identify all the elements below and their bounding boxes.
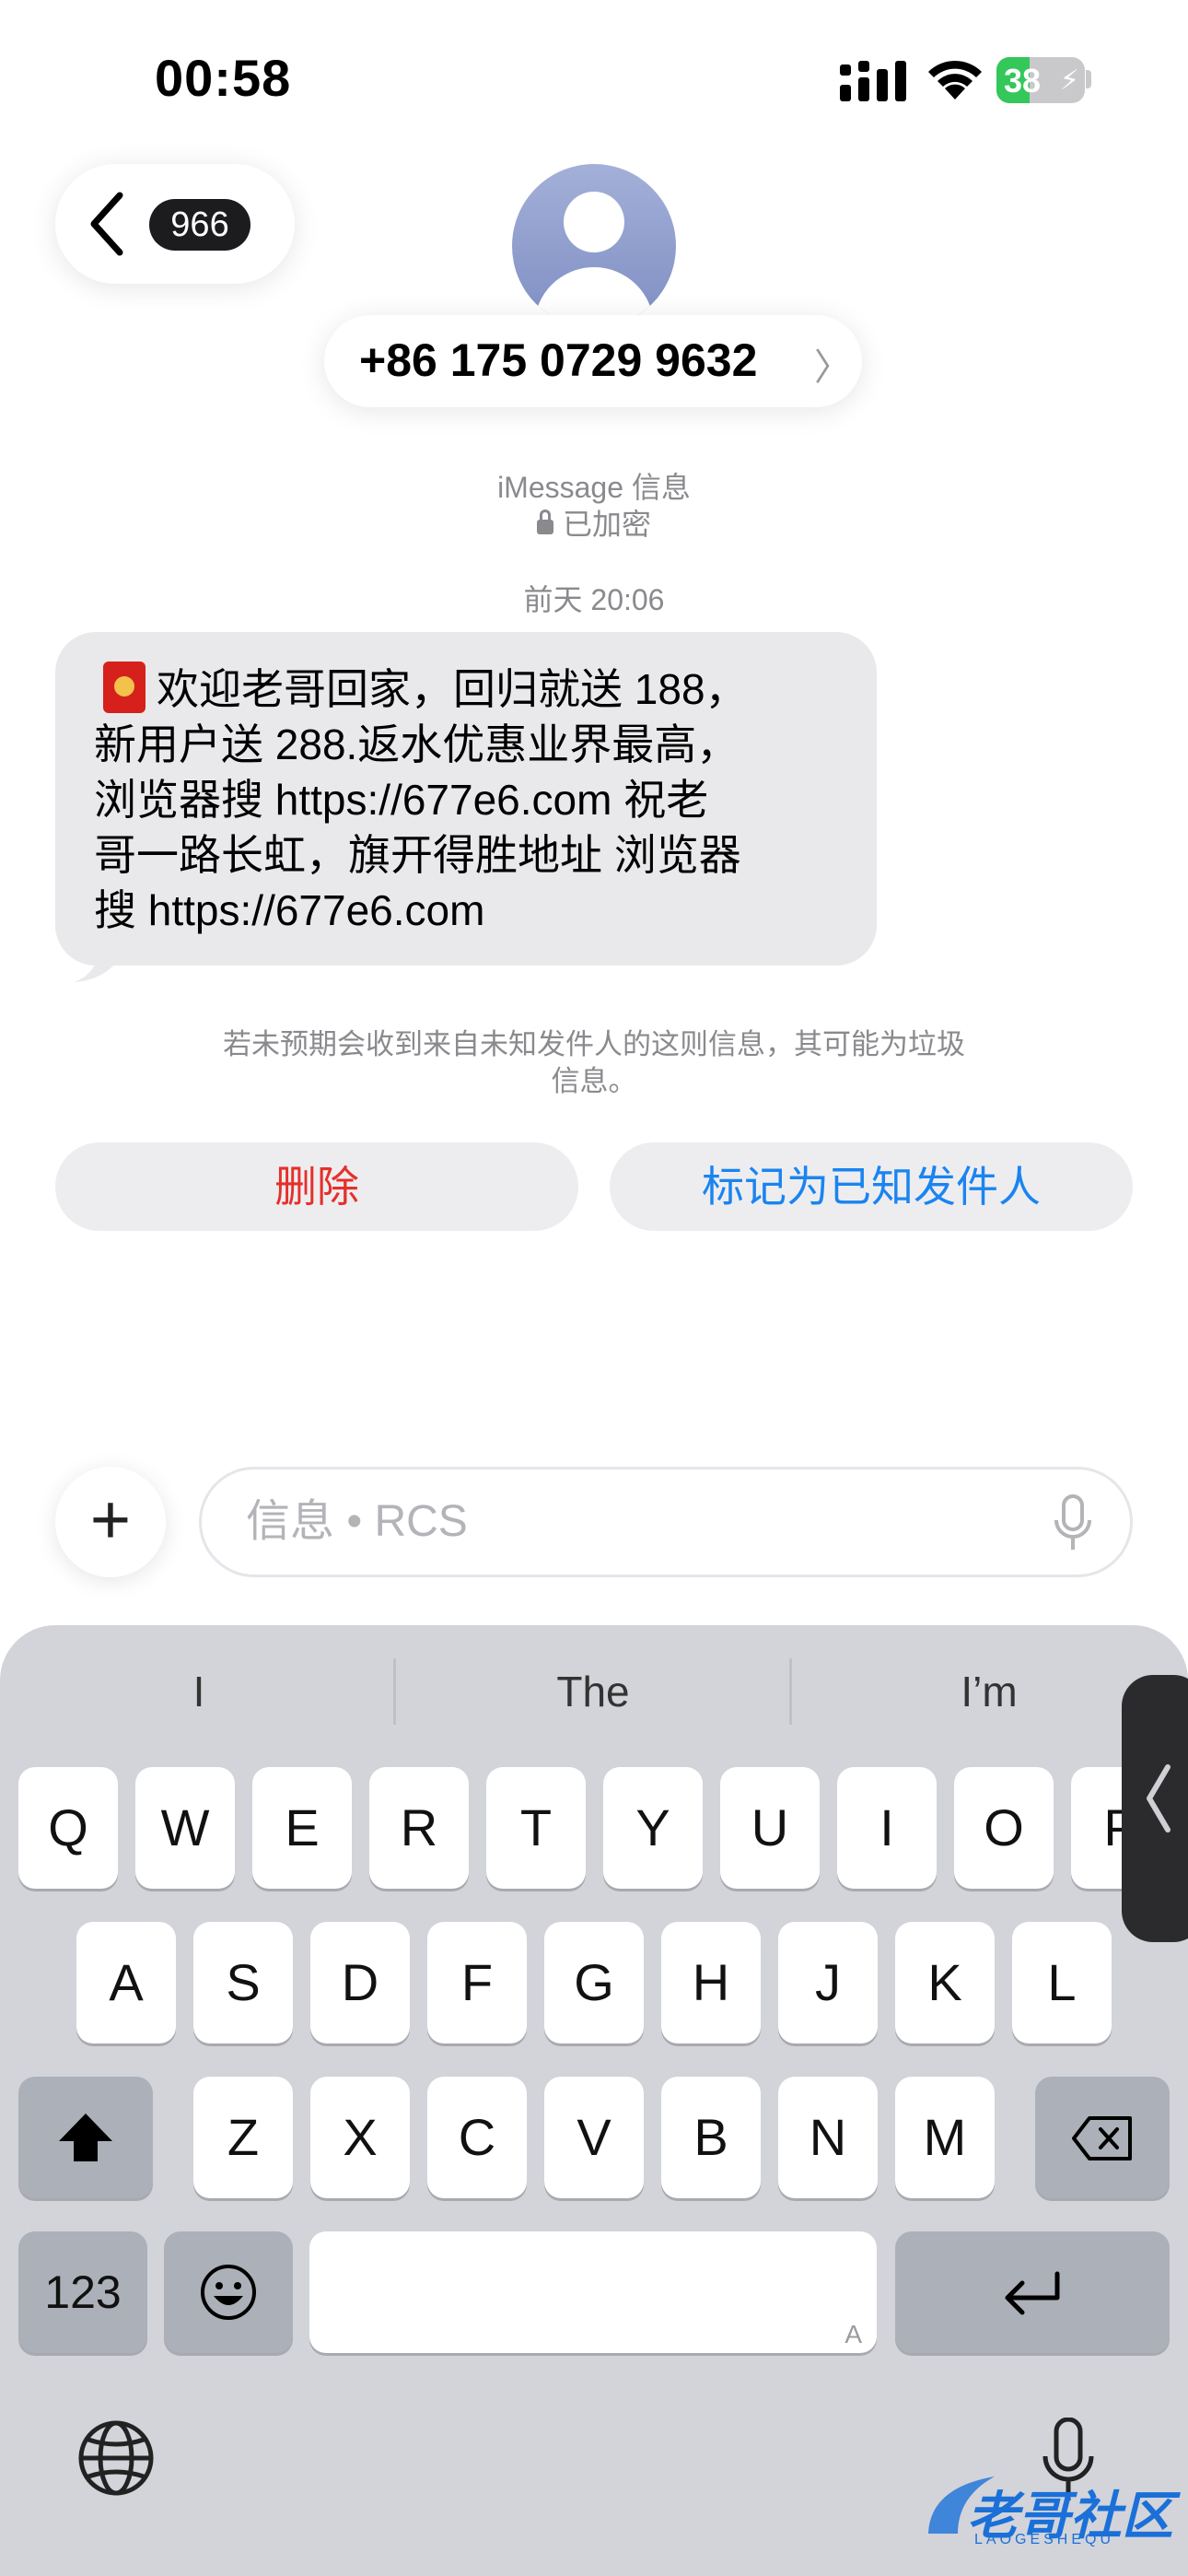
emoji-icon [201,2265,256,2320]
message-line: 欢迎老哥回家，回归就送 188， [157,665,748,713]
contact-phone-number[interactable]: +86 175 0729 9632 [359,334,757,387]
key-s[interactable]: S [193,1922,293,2043]
globe-icon[interactable] [76,2418,157,2499]
key-z[interactable]: Z [193,2077,293,2198]
key-v[interactable]: V [544,2077,644,2198]
mark-as-known-sender-button[interactable]: 标记为已知发件人 [610,1142,1133,1231]
key-y[interactable]: Y [603,1767,703,1889]
key-w[interactable]: W [135,1767,235,1889]
unknown-sender-notice: 若未预期会收到来自未知发件人的这则信息，其可能为垃圾 信息。 [175,1026,1013,1100]
backspace-icon [1072,2116,1132,2160]
key-g[interactable]: G [544,1922,644,2043]
chevron-left-icon[interactable] [85,190,131,258]
chevron-left-icon[interactable] [1142,1762,1175,1835]
contact-avatar[interactable] [512,164,676,328]
key-b[interactable]: B [661,2077,761,2198]
message-line: 哥一路长虹，旗开得胜地址 浏览器 [94,831,741,879]
battery-percent: 38 [1004,62,1042,100]
key-h[interactable]: H [661,1922,761,2043]
charging-bolt-icon: ⚡ [1059,65,1079,96]
notice-line: 若未预期会收到来自未知发件人的这则信息，其可能为垃圾 [223,1028,965,1060]
key-n[interactable]: N [778,2077,878,2198]
shift-arrow-icon [59,2113,112,2161]
message-line: 搜 https://677e6.com [94,886,485,934]
cellular-signal-icon [840,61,906,101]
bubble-tail [74,940,127,982]
return-icon [1005,2271,1060,2315]
backspace-key[interactable] [1035,2077,1170,2198]
key-o[interactable]: O [954,1767,1054,1889]
return-key[interactable] [895,2231,1170,2353]
status-time: 00:58 [155,49,292,107]
delete-button[interactable]: 删除 [55,1142,578,1231]
shift-key[interactable] [18,2077,153,2198]
message-timestamp: 前天 20:06 [523,583,665,616]
key-l[interactable]: L [1012,1922,1112,2043]
key-t[interactable]: T [486,1767,586,1889]
suggestion-divider [789,1658,792,1725]
unread-count-badge: 966 [149,199,250,251]
key-i[interactable]: I [837,1767,937,1889]
battery-cap [1086,70,1091,88]
watermark-subtext: LAOGESHEQU [974,2532,1115,2547]
message-line: 新用户送 288.返水优惠业界最高， [94,720,740,768]
suggestion-2[interactable]: The [400,1658,786,1725]
encryption-text: 已加密 [562,508,651,541]
space-language-hint: A [844,2320,862,2348]
key-j[interactable]: J [778,1922,878,2043]
add-attachment-button[interactable]: + [55,1467,166,1577]
dictation-mic-icon[interactable] [1052,1494,1094,1553]
chevron-right-icon: 〉 [814,347,851,388]
key-r[interactable]: R [369,1767,469,1889]
emoji-key[interactable] [164,2231,293,2353]
battery-indicator: 38 ⚡ [996,57,1085,103]
numbers-key[interactable]: 123 [18,2231,147,2353]
key-k[interactable]: K [895,1922,995,2043]
wifi-icon [928,60,982,100]
message-line: 浏览器搜 https://677e6.com 祝老 [94,776,709,824]
encryption-label: 已加密 [0,501,1188,544]
key-u[interactable]: U [720,1767,820,1889]
key-c[interactable]: C [427,2077,527,2198]
notice-line: 信息。 [551,1065,637,1097]
key-d[interactable]: D [310,1922,410,2043]
lock-icon [536,509,553,534]
key-f[interactable]: F [427,1922,527,2043]
suggestion-divider [393,1658,396,1725]
key-q[interactable]: Q [18,1767,118,1889]
key-a[interactable]: A [76,1922,176,2043]
suggestion-1[interactable]: I [6,1658,392,1725]
space-key[interactable]: A [309,2231,877,2353]
key-m[interactable]: M [895,2077,995,2198]
message-text: 欢迎老哥回家，回归就送 188， 新用户送 288.返水优惠业界最高， 浏览器搜… [94,662,849,938]
key-x[interactable]: X [310,2077,410,2198]
message-input[interactable]: 信息 • RCS [199,1467,1133,1577]
key-e[interactable]: E [252,1767,352,1889]
